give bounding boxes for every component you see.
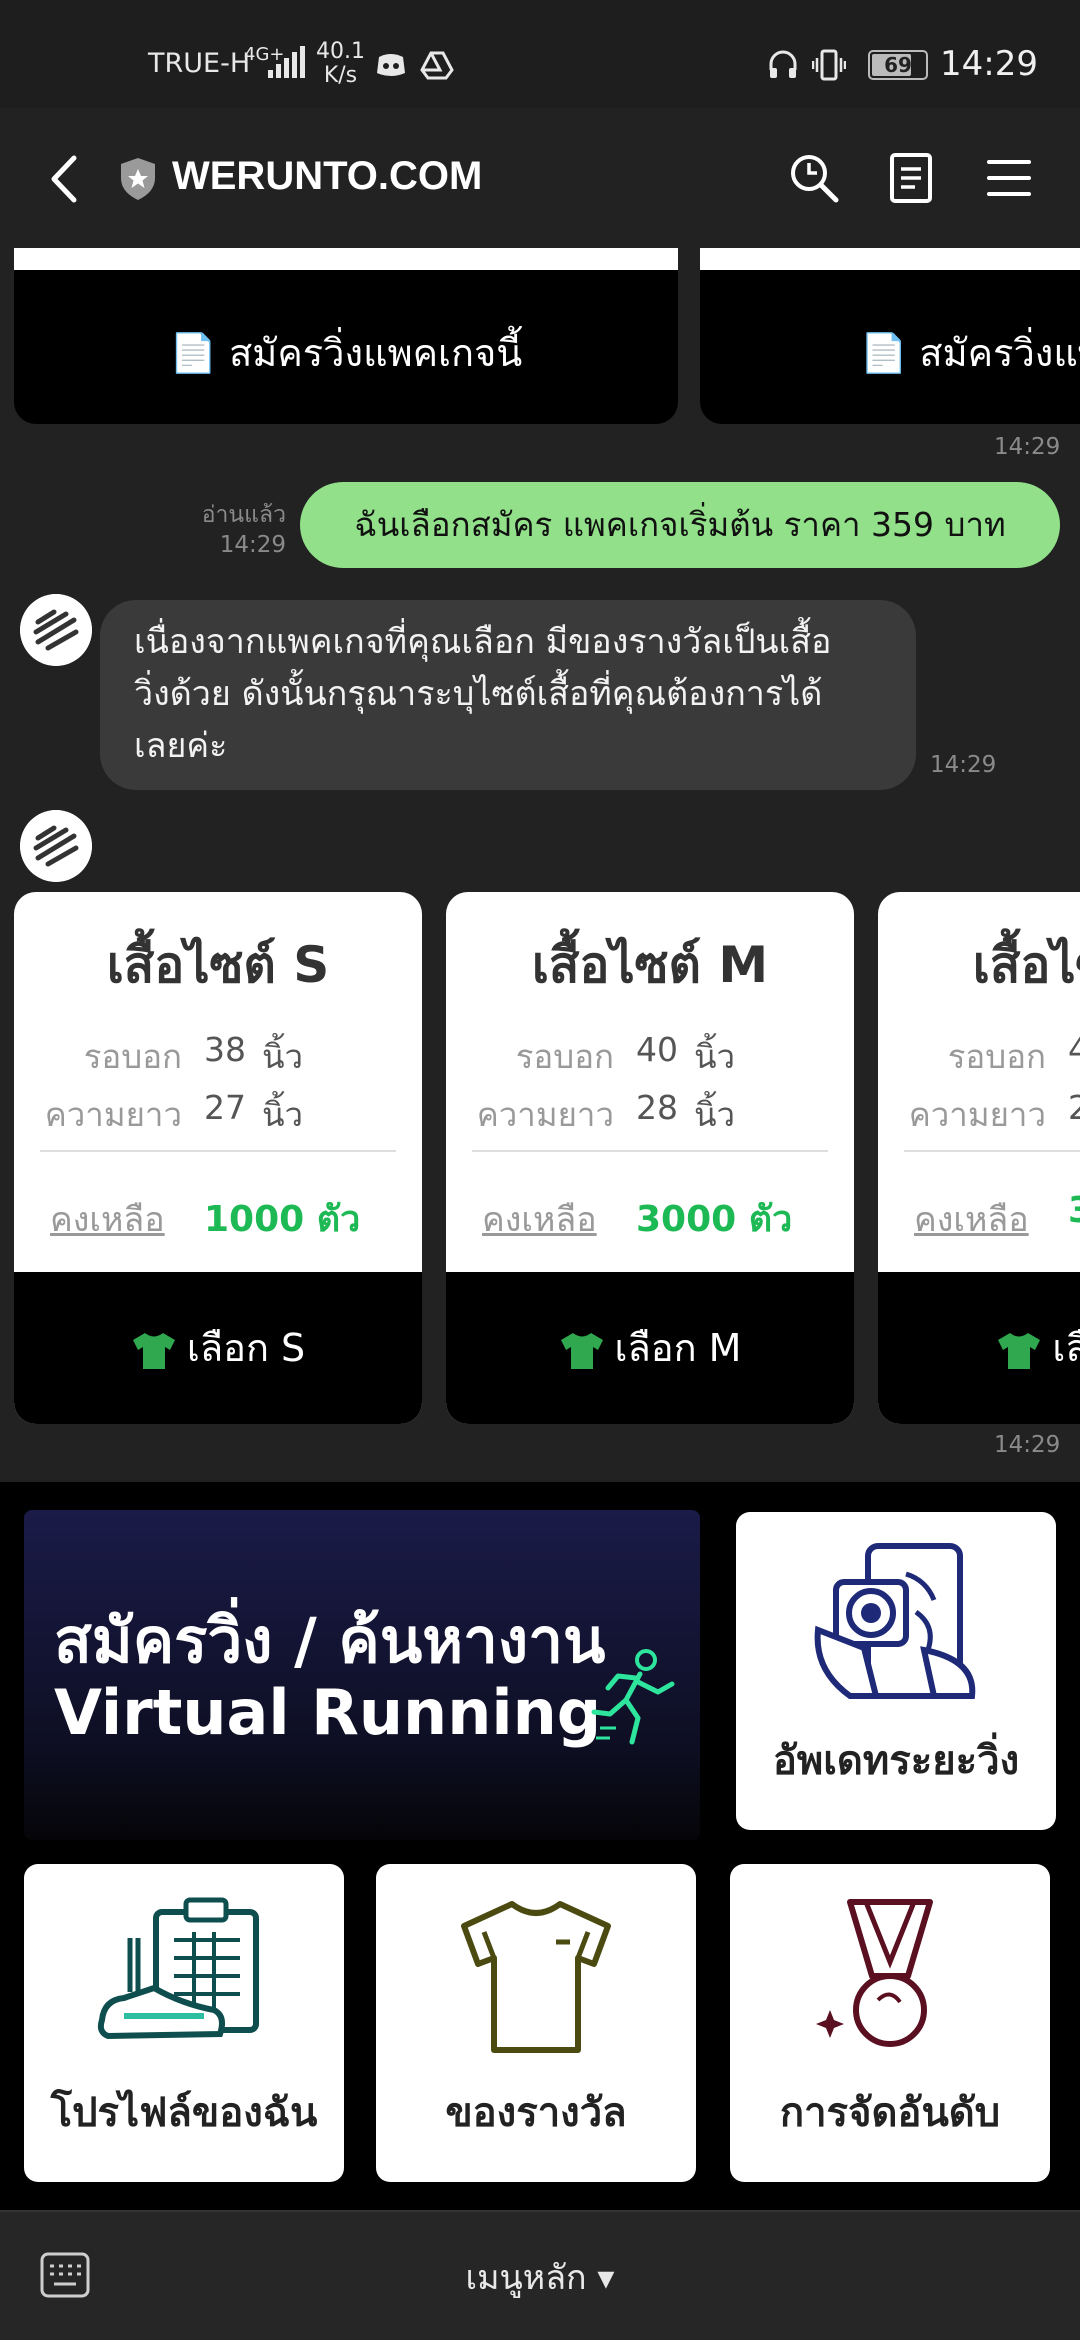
tshirt-icon [560,1332,603,1369]
speed-unit: K/s [323,63,358,88]
update-distance-tile[interactable]: อัพเดทระยะวิ่ง [736,1512,1056,1830]
register-package-button[interactable]: 📄 สมัครวิ่งแพคเกจนี้ [860,322,1080,383]
package-card[interactable]: 📄 สมัครวิ่งแพคเกจนี้ [14,248,678,424]
chat-area[interactable]: 📄 สมัครวิ่งแพคเกจนี้ 📄 สมัครวิ่งแพคเกจนี… [0,248,1080,1482]
length-label: ความยาว [908,1095,1046,1134]
message-time: 14:29 [994,434,1061,460]
remain-value: 3000 ตัว [636,1199,793,1240]
select-size-s-button[interactable]: เลือก S [14,1272,422,1424]
back-arrow-icon[interactable] [46,154,82,204]
rich-menu: สมัครวิ่ง / ค้นหางาน Virtual Running อัพ… [0,1482,1080,2210]
my-profile-label: โปรไฟล์ของฉัน [50,2090,318,2136]
unit-label: นิ้ว [262,1095,304,1134]
message-time: 14:29 [994,1432,1061,1458]
bot-avatar[interactable] [20,594,92,666]
length-value: 27 [204,1088,246,1127]
ranking-tile[interactable]: การจัดอันดับ [730,1864,1050,2182]
speed-value: 40.1 [316,39,365,64]
bot-message-line: เลยค่ะ [134,726,228,766]
message-time: 14:29 [219,532,286,558]
update-distance-label: อัพเดทระยะวิ่ง [772,1738,1020,1784]
bot-message-bubble: เนื่องจากแพคเกจที่คุณเลือก มีของรางวัลเป… [100,600,916,790]
discord-icon [377,54,405,76]
size-card-m: เสื้อไซต์ M รอบอก 40 นิ้ว ความยาว 28 นิ้… [446,892,854,1424]
network-speed: 40.1 K/s [316,40,365,88]
length-value: 2 [1068,1088,1080,1127]
size-title: เสื้อไซต์ S [106,936,330,994]
select-size-l-button[interactable]: เลือก L [878,1272,1080,1424]
remain-label[interactable]: คงเหลือ [914,1192,1029,1246]
size-title: เสื้อไซต์ M [531,936,769,994]
chest-label: รอบอก [515,1037,614,1076]
read-receipt: อ่านแล้ว 14:29 [170,500,286,560]
battery-level: 69 [884,53,912,77]
size-title: เสื้อไซต์ L [972,936,1080,994]
shirt-icon [461,1901,611,2053]
main-menu-toggle[interactable]: เมนูหลัก ▾ [0,2250,1080,2304]
clipboard-shoe-icon [97,1897,259,2040]
size-card-s: เสื้อไซต์ S รอบอก 38 นิ้ว ความยาว 27 นิ้… [14,892,422,1424]
bottom-bar: เมนูหลัก ▾ [0,2210,1080,2340]
banner-line2: Virtual Running [54,1676,602,1749]
drive-icon [420,51,454,80]
divider [904,1150,1080,1152]
chest-value: 38 [204,1030,246,1069]
medal-icon [816,1899,933,2047]
package-card[interactable]: 📄 สมัครวิ่งแพคเกจนี้ [700,248,1080,424]
select-size-label: เลือก M [614,1326,742,1370]
vibrate-icon [812,49,846,81]
menu-icon[interactable] [986,158,1032,198]
divider [40,1150,396,1152]
signal-icon [268,46,305,78]
bot-avatar[interactable] [20,810,92,882]
register-search-banner[interactable]: สมัครวิ่ง / ค้นหางาน Virtual Running [24,1510,700,1840]
length-value: 28 [636,1088,678,1127]
chest-value: 4 [1068,1030,1080,1069]
rewards-label: ของรางวัล [445,2090,627,2136]
search-icon[interactable] [788,152,840,204]
read-label: อ่านแล้ว [201,502,286,528]
register-package-button[interactable]: 📄 สมัครวิ่งแพคเกจนี้ [14,322,678,383]
runner-icon [591,1649,675,1745]
clock: 14:29 [940,44,1038,84]
unit-label: นิ้ว [694,1095,736,1134]
remain-value: 1000 ตัว [204,1199,361,1240]
length-label: ความยาว [44,1095,182,1134]
ranking-label: การจัดอันดับ [779,2090,1001,2136]
remain-label[interactable]: คงเหลือ [50,1192,165,1246]
select-size-label: เลือก S [186,1326,306,1370]
unit-label: นิ้ว [694,1037,736,1076]
battery-icon: 69 [868,50,928,80]
unit-label: นิ้ว [262,1037,304,1076]
chest-label: รอบอก [83,1037,182,1076]
carrier-name: TRUE-H [148,48,251,79]
camera-phone-icon [814,1543,976,1699]
size-card-l: เสื้อไซต์ L รอบอก 4 ความยาว 2 คงเหลือ 3 … [878,892,1080,1424]
bot-message-line: วิ่งด้วย ดังนั้นกรุณาระบุไซต์เสื้อที่คุณ… [134,674,823,714]
remain-label[interactable]: คงเหลือ [482,1192,597,1246]
remain-value: 3 [1068,1190,1080,1231]
status-bar: TRUE-H 4G+ 40.1 K/s 69 14:29 [0,0,1080,108]
rewards-tile[interactable]: ของรางวัล [376,1864,696,2182]
shield-icon [121,158,155,200]
select-size-label: เลือก L [1052,1326,1080,1370]
divider [472,1150,828,1152]
message-time: 14:29 [930,752,997,778]
bot-message-line: เนื่องจากแพคเกจที่คุณเลือก มีของรางวัลเป… [134,622,832,662]
notes-icon[interactable] [888,152,934,204]
headphones-icon [769,50,797,78]
page-title: WERUNTO.COM [172,154,483,198]
chest-label: รอบอก [947,1037,1046,1076]
chat-header: WERUNTO.COM [0,108,1080,248]
tshirt-icon [998,1332,1041,1369]
select-size-m-button[interactable]: เลือก M [446,1272,854,1424]
chest-value: 40 [636,1030,678,1069]
tshirt-icon [132,1332,175,1369]
user-message-bubble: ฉันเลือกสมัคร แพคเกจเริ่มต้น ราคา 359 บา… [300,482,1060,568]
my-profile-tile[interactable]: โปรไฟล์ของฉัน [24,1864,344,2182]
length-label: ความยาว [476,1095,614,1134]
